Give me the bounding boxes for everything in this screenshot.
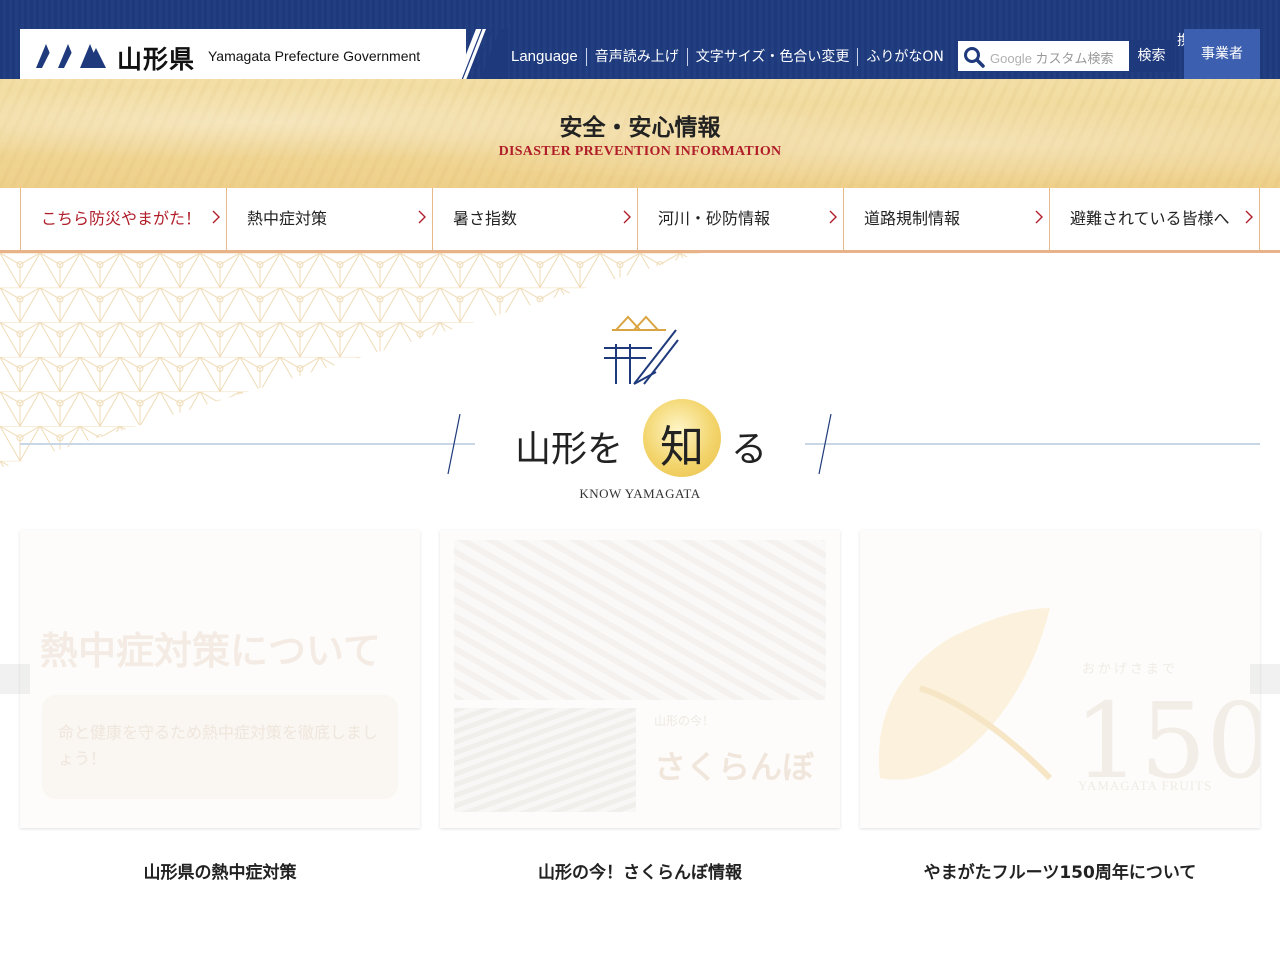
search-button[interactable]: 検索 bbox=[1129, 41, 1174, 71]
title-part3: る bbox=[731, 429, 768, 470]
tab-label: 河川・砂防情報 bbox=[658, 209, 771, 228]
tab-label: 道路規制情報 bbox=[864, 209, 961, 228]
card-caption-cherry[interactable]: 山形の今！さくらんぼ情報 bbox=[440, 858, 840, 883]
carousel-next-button[interactable] bbox=[1250, 664, 1280, 694]
card-image-heading: 熱中症対策について bbox=[40, 629, 381, 673]
search-icon bbox=[964, 47, 985, 68]
chevron-right-icon bbox=[418, 210, 426, 224]
chevron-right-icon bbox=[1245, 210, 1253, 224]
card-image-year-text: おかげさまで bbox=[1082, 662, 1179, 677]
logo-name-jp[interactable]: 山形県 bbox=[117, 40, 195, 76]
tab-road-info[interactable]: 道路規制情報 bbox=[843, 188, 1049, 250]
furigana-link[interactable]: ふりがなON bbox=[857, 48, 952, 66]
disaster-subtitle: DISASTER PREVENTION INFORMATION bbox=[498, 144, 782, 159]
chevron-right-icon bbox=[623, 210, 631, 224]
tab-evacuees[interactable]: 避難されている皆様へ bbox=[1049, 188, 1260, 250]
card-fruits-150[interactable]: おかげさまで 150 YAMAGATA FRUITS bbox=[860, 530, 1260, 828]
card-heatstroke[interactable]: 熱中症対策について 命と健康を守るため熱中症対策を徹底しましょう！ bbox=[20, 530, 420, 828]
heading-slash-right bbox=[818, 414, 832, 474]
text-size-color-link[interactable]: 文字サイズ・色合い変更 bbox=[686, 48, 858, 66]
card-image-photo bbox=[454, 708, 636, 812]
header-utility-links: Language 音声読み上げ 文字サイズ・色合い変更 ふりがなON bbox=[503, 47, 952, 67]
tab-heatstroke[interactable]: 熱中症対策 bbox=[226, 188, 432, 250]
carousel-prev-button[interactable] bbox=[0, 664, 30, 694]
tab-heat-index[interactable]: 暑さ指数 bbox=[432, 188, 637, 250]
language-link[interactable]: Language bbox=[503, 48, 586, 66]
tab-label: 熱中症対策 bbox=[247, 209, 328, 228]
tab-label: 暑さ指数 bbox=[453, 209, 518, 228]
heading-rule-right bbox=[805, 443, 1260, 445]
tab-bousai-yamagata[interactable]: こちら防災やまがた！ bbox=[20, 188, 226, 250]
chevron-right-icon bbox=[212, 210, 220, 224]
card-image-text: 命と健康を守るため熱中症対策を徹底しましょう！ bbox=[58, 723, 379, 768]
tab-river-info[interactable]: 河川・砂防情報 bbox=[637, 188, 843, 250]
card-caption-fruits-150[interactable]: やまがたフルーツ150周年について bbox=[860, 858, 1260, 883]
heading-slash-left bbox=[447, 414, 461, 474]
card-image-small-text: 山形の今！ bbox=[654, 714, 715, 728]
search-placeholder-text: カスタム検索 bbox=[1035, 51, 1114, 66]
prefecture-logo-icon bbox=[36, 44, 106, 68]
heading-rule-left bbox=[20, 443, 475, 445]
card-cherry[interactable]: 山形の今！ さくらんぼ bbox=[440, 530, 840, 828]
logo-name-en[interactable]: Yamagata Prefecture Government bbox=[208, 48, 420, 64]
card-image-en-text: YAMAGATA FRUITS bbox=[1078, 778, 1213, 793]
business-button[interactable]: 事業者 bbox=[1184, 29, 1260, 80]
header-slash-decoration bbox=[456, 29, 508, 80]
know-yamagata-emblem-icon bbox=[604, 315, 679, 385]
tab-label: 避難されている皆様へ bbox=[1070, 209, 1230, 228]
chevron-right-icon bbox=[829, 210, 837, 224]
text-to-speech-link[interactable]: 音声読み上げ bbox=[585, 48, 687, 66]
disaster-tabs: こちら防災やまがた！ 熱中症対策 暑さ指数 河川・砂防情報 道路規制情報 避難さ… bbox=[20, 188, 1260, 250]
disaster-title: 安全・安心情報 bbox=[559, 115, 721, 141]
card-image-big-text: さくらんぼ bbox=[654, 748, 815, 786]
know-yamagata-subtitle: KNOW YAMAGATA bbox=[579, 486, 701, 501]
title-highlight-char: 知 bbox=[660, 422, 704, 473]
card-caption-heatstroke[interactable]: 山形県の熱中症対策 bbox=[20, 858, 420, 883]
title-highlight-circle: 知 bbox=[643, 399, 721, 477]
search-brand: Google bbox=[990, 51, 1032, 66]
tab-label: こちら防災やまがた！ bbox=[41, 209, 202, 228]
search-placeholder: Google カスタム検索 bbox=[990, 48, 1114, 67]
fruit-leaf-icon bbox=[878, 608, 1053, 781]
card-image-collage bbox=[454, 540, 826, 700]
title-part1: 山形を bbox=[515, 429, 624, 470]
chevron-right-icon bbox=[1035, 210, 1043, 224]
